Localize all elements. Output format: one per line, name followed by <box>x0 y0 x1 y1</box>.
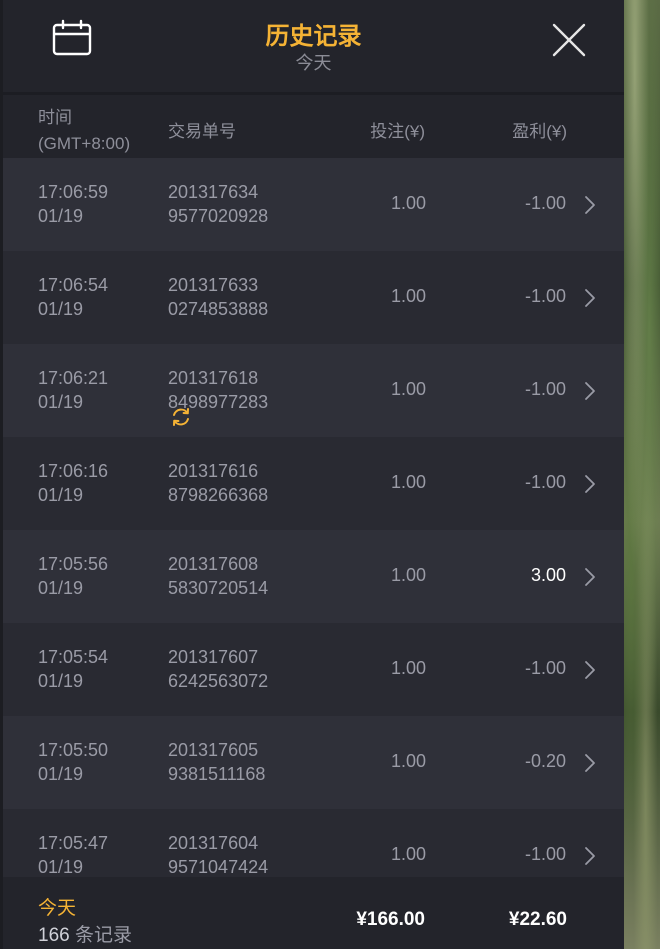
row-time: 17:05:47 01/19 <box>38 831 108 879</box>
col-time: 时间 (GMT+8:00) <box>38 105 130 157</box>
row-order-part1: 201317608 <box>168 554 259 574</box>
total-bet: ¥166.00 <box>356 909 425 930</box>
col-time-label: 时间 <box>38 108 72 127</box>
chevron-right-icon[interactable] <box>583 195 597 215</box>
row-order-part1: 201317634 <box>168 182 259 202</box>
chevron-right-icon[interactable] <box>583 753 597 773</box>
chevron-right-icon[interactable] <box>583 381 597 401</box>
row-time-value: 17:05:50 <box>38 740 109 760</box>
row-bet: 1.00 <box>390 472 426 492</box>
chevron-right-icon[interactable] <box>583 846 597 866</box>
table-row[interactable]: 17:05:50 01/19 201317605 9381511168 1.00 -0.2… <box>3 716 624 809</box>
row-time-value: 17:06:21 <box>38 368 109 388</box>
row-date-value: 01/19 <box>38 578 84 598</box>
row-profit: -1.00 <box>524 472 566 492</box>
row-order-part2: 5830720514 <box>168 578 269 598</box>
refresh-icon[interactable] <box>170 406 192 428</box>
record-list: 17:06:59 01/19 201317634 9577020928 1.00 -1.0… <box>3 158 624 902</box>
page-title: 历史记录 <box>265 23 362 50</box>
table-row[interactable]: 17:06:21 01/19 201317618 8498977283 1.00 -1.0… <box>3 344 624 437</box>
total-profit: ¥22.60 <box>508 909 567 930</box>
row-order-part2: 9571047424 <box>168 857 269 877</box>
row-order: 201317605 9381511168 <box>168 738 265 786</box>
row-order-part1: 201317605 <box>168 740 259 760</box>
summary-count: 166 条记录 <box>38 920 132 947</box>
table-row[interactable]: 17:05:54 01/19 201317607 6242563072 1.00 -1.0… <box>3 623 624 716</box>
row-profit: -1.00 <box>524 193 566 213</box>
row-order: 201317604 9571047424 <box>168 831 268 879</box>
column-header: 时间 (GMT+8:00) 交易单号 投注(¥) 盈利(¥) <box>3 95 624 158</box>
record-count-suffix: 条记录 <box>69 925 132 946</box>
row-time: 17:06:59 01/19 <box>38 180 108 228</box>
row-date-value: 01/19 <box>38 764 84 784</box>
row-bet: 1.00 <box>390 844 426 864</box>
row-order-part1: 201317607 <box>168 647 259 667</box>
page-subtitle: 今天 <box>295 53 332 73</box>
row-bet: 1.00 <box>390 565 426 585</box>
row-bet: 1.00 <box>390 658 426 678</box>
row-time: 17:05:50 01/19 <box>38 738 108 786</box>
col-time-zone: (GMT+8:00) <box>38 134 131 153</box>
col-profit: 盈利(¥) <box>512 122 567 141</box>
table-row[interactable]: 17:05:56 01/19 201317608 5830720514 1.00 3.00 <box>3 530 624 623</box>
row-order-part2: 6242563072 <box>168 671 269 691</box>
row-order-part2: 9577020928 <box>168 206 269 226</box>
row-time-value: 17:06:16 <box>38 461 109 481</box>
row-bet: 1.00 <box>390 751 426 771</box>
background-scenery <box>624 0 660 949</box>
row-date-value: 01/19 <box>38 299 84 319</box>
row-time-value: 17:05:56 <box>38 554 109 574</box>
row-order-part2: 8798266368 <box>168 485 269 505</box>
row-order: 201317608 5830720514 <box>168 552 268 600</box>
row-time-value: 17:06:59 <box>38 182 109 202</box>
row-time: 17:05:54 01/19 <box>38 645 108 693</box>
row-profit: -1.00 <box>524 844 566 864</box>
table-row[interactable]: 17:06:59 01/19 201317634 9577020928 1.00 -1.0… <box>3 158 624 251</box>
row-profit: -1.00 <box>524 658 566 678</box>
row-date-value: 01/19 <box>38 857 84 877</box>
row-order-part2: 0274853888 <box>168 299 269 319</box>
row-order-part1: 201317633 <box>168 275 259 295</box>
row-order: 201317633 0274853888 <box>168 273 268 321</box>
row-time: 17:06:16 01/19 <box>38 459 108 507</box>
row-time-value: 17:05:47 <box>38 833 109 853</box>
summary-footer: 今天 166 条记录 ¥166.00 ¥22.60 <box>3 877 624 949</box>
row-order-part2: 9381511168 <box>168 764 266 784</box>
row-date-value: 01/19 <box>38 206 84 226</box>
row-time: 17:06:54 01/19 <box>38 273 108 321</box>
row-time: 17:06:21 01/19 <box>38 366 108 414</box>
chevron-right-icon[interactable] <box>583 288 597 308</box>
row-order-part1: 201317618 <box>168 368 259 388</box>
row-profit: -0.20 <box>524 751 566 771</box>
chevron-right-icon[interactable] <box>583 474 597 494</box>
row-time: 17:05:56 01/19 <box>38 552 108 600</box>
close-icon[interactable] <box>549 20 589 60</box>
history-panel: 历史记录 今天 时间 (GMT+8:00) 交易单号 投注(¥) 盈利(¥) 1… <box>3 0 624 949</box>
row-order: 201317616 8798266368 <box>168 459 268 507</box>
row-time-value: 17:05:54 <box>38 647 109 667</box>
chevron-right-icon[interactable] <box>583 660 597 680</box>
summary-period: 今天 <box>38 898 77 919</box>
record-count: 166 <box>38 925 70 946</box>
table-row[interactable]: 17:06:54 01/19 201317633 0274853888 1.00 -1.0… <box>3 251 624 344</box>
col-order: 交易单号 <box>168 122 236 141</box>
row-profit: 3.00 <box>530 565 566 585</box>
table-row[interactable]: 17:06:16 01/19 201317616 8798266368 1.00 -1.0… <box>3 437 624 530</box>
row-order: 201317634 9577020928 <box>168 180 268 228</box>
row-profit: -1.00 <box>524 286 566 306</box>
chevron-right-icon[interactable] <box>583 567 597 587</box>
col-bet: 投注(¥) <box>370 122 425 141</box>
row-date-value: 01/19 <box>38 392 84 412</box>
row-bet: 1.00 <box>390 193 426 213</box>
row-bet: 1.00 <box>390 286 426 306</box>
row-profit: -1.00 <box>524 379 566 399</box>
row-date-value: 01/19 <box>38 671 84 691</box>
row-bet: 1.00 <box>390 379 426 399</box>
row-time-value: 17:06:54 <box>38 275 109 295</box>
row-order: 201317607 6242563072 <box>168 645 268 693</box>
header: 历史记录 今天 <box>3 0 624 92</box>
row-date-value: 01/19 <box>38 485 84 505</box>
row-order-part1: 201317604 <box>168 833 259 853</box>
row-order-part1: 201317616 <box>168 461 259 481</box>
